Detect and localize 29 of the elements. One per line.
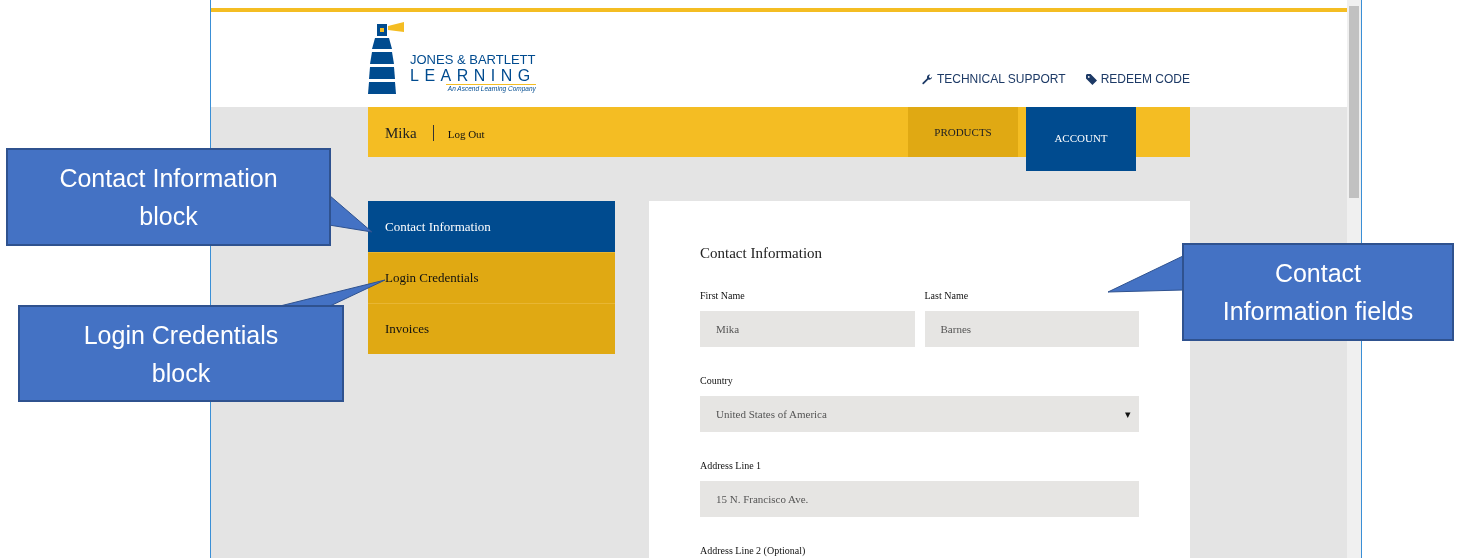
sidebar-item[interactable]: Login Credentials (368, 252, 615, 303)
input-field[interactable]: Barnes (924, 311, 1139, 347)
field-label: Address Line 2 (Optional) (700, 545, 807, 556)
logo-wordmark: JONES & BARTLETT (410, 53, 536, 67)
header-link[interactable]: TECHNICAL SUPPORT (921, 72, 1066, 86)
scrollbar-thumb[interactable] (1349, 6, 1359, 198)
user-name: Mika (385, 125, 417, 142)
wrench-icon (921, 73, 933, 85)
nav-tab[interactable]: PRODUCTS (908, 107, 1018, 157)
logout-link[interactable]: Log Out (447, 128, 485, 140)
callout: Contact Information block (6, 148, 331, 246)
field-label: Last Name (924, 290, 970, 301)
field-label: First Name (700, 290, 746, 301)
sidebar-item[interactable]: Invoices (368, 303, 615, 354)
select-field[interactable]: United States of America ▾ (700, 396, 1139, 432)
callout: Contact Information fields (1182, 243, 1454, 341)
nav-tab[interactable]: ACCOUNT (1026, 107, 1136, 171)
field-label: Country (700, 375, 734, 386)
form-title: Contact Information (700, 245, 824, 262)
lighthouse-icon (368, 22, 406, 94)
caret-icon: ▾ (1125, 407, 1131, 421)
header-link[interactable]: REDEEM CODE (1085, 72, 1190, 86)
sidebar-item[interactable]: Contact Information (368, 201, 615, 252)
tag-icon (1085, 73, 1097, 85)
input-field[interactable]: Mika (700, 311, 915, 347)
input-field[interactable]: 15 N. Francisco Ave. (700, 481, 1139, 517)
logo-wordmark: LEARNING (410, 67, 536, 84)
field-label: Address Line 1 (700, 460, 763, 471)
callout-pointer (329, 195, 373, 233)
